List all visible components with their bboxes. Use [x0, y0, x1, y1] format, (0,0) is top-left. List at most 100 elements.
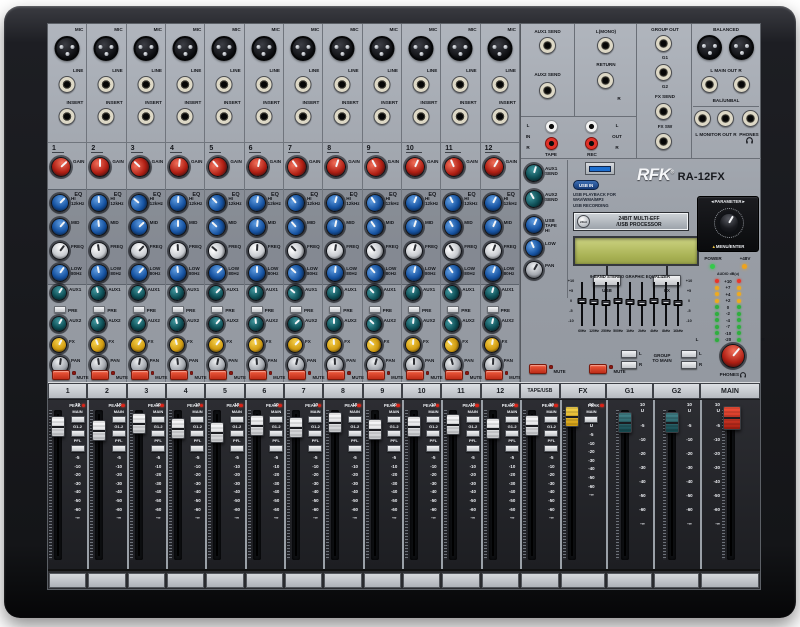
eq-mid-knob[interactable]: [126, 214, 151, 239]
phones-level-knob[interactable]: [716, 339, 750, 373]
pfl-button[interactable]: [544, 445, 558, 452]
channel-fader[interactable]: [289, 417, 303, 438]
fx-send-knob[interactable]: [127, 334, 149, 356]
pre-button[interactable]: [329, 306, 341, 313]
eq-low-knob[interactable]: [362, 260, 387, 285]
channel-fader[interactable]: [171, 418, 185, 439]
channel-fader[interactable]: [486, 418, 500, 439]
channel-fader[interactable]: [132, 413, 146, 434]
aux2-knob[interactable]: [205, 313, 228, 336]
pre-button[interactable]: [369, 306, 381, 313]
pre-button[interactable]: [487, 306, 499, 313]
group-assign-button[interactable]: [308, 430, 322, 437]
aux1-knob[interactable]: [205, 282, 228, 305]
main-assign-button[interactable]: [584, 416, 598, 423]
pfl-button[interactable]: [269, 445, 283, 452]
fx-send-knob[interactable]: [167, 335, 187, 355]
gain-knob[interactable]: [402, 154, 428, 180]
aux2-knob[interactable]: [482, 315, 501, 334]
group-assign-button[interactable]: [112, 430, 126, 437]
fx-send-knob[interactable]: [246, 336, 264, 354]
pre-button[interactable]: [54, 306, 66, 313]
main-assign-button[interactable]: [466, 416, 480, 423]
pfl-button[interactable]: [426, 445, 440, 452]
eq-freq-knob[interactable]: [481, 239, 504, 262]
group-assign-button[interactable]: [71, 430, 85, 437]
channel-fader[interactable]: [446, 414, 460, 435]
geq-slider-cap[interactable]: [578, 298, 587, 304]
mute-button[interactable]: [367, 370, 385, 380]
tape-usb-mute-button[interactable]: [529, 364, 547, 374]
eq-hi-knob[interactable]: [246, 193, 267, 214]
aux2-knob[interactable]: [362, 313, 385, 336]
eq-low-knob[interactable]: [168, 263, 188, 283]
channel-fader[interactable]: [210, 422, 224, 443]
pre-button[interactable]: [447, 306, 459, 313]
main-assign-button[interactable]: [269, 416, 283, 423]
eq-low-knob[interactable]: [47, 260, 72, 285]
group-assign-button[interactable]: [466, 430, 480, 437]
channel-fader[interactable]: [328, 412, 342, 433]
fx-mute-button[interactable]: [589, 364, 607, 374]
pfl-button[interactable]: [505, 445, 519, 452]
mute-button[interactable]: [327, 370, 345, 380]
main-assign-button[interactable]: [348, 416, 362, 423]
channel-fader[interactable]: [51, 416, 65, 437]
fx-send-knob[interactable]: [48, 334, 69, 355]
main-assign-button[interactable]: [71, 416, 85, 423]
eq-freq-knob[interactable]: [205, 238, 230, 263]
gain-knob[interactable]: [246, 155, 270, 179]
eq-hi-knob[interactable]: [126, 190, 151, 215]
eq-freq-knob[interactable]: [169, 242, 188, 261]
aux2-knob[interactable]: [167, 315, 186, 334]
aux2-knob[interactable]: [127, 313, 149, 335]
geq-slider-cap[interactable]: [590, 299, 599, 305]
eq-mid-knob[interactable]: [169, 218, 187, 236]
mute-button[interactable]: [288, 370, 306, 380]
group-assign-button[interactable]: [269, 430, 283, 437]
main-assign-button[interactable]: [190, 416, 204, 423]
eq-mid-knob[interactable]: [47, 214, 72, 239]
main-fader[interactable]: [723, 406, 741, 430]
aux1-knob[interactable]: [362, 282, 385, 305]
channel-fader[interactable]: [407, 416, 421, 437]
pfl-button[interactable]: [387, 445, 401, 452]
eq-hi-knob[interactable]: [169, 194, 188, 213]
main-assign-button[interactable]: [151, 416, 165, 423]
fx-send-knob[interactable]: [405, 337, 422, 354]
gain-knob[interactable]: [204, 153, 232, 181]
pre-button[interactable]: [290, 306, 302, 313]
gain-knob[interactable]: [47, 153, 75, 181]
eq-low-knob[interactable]: [248, 264, 266, 282]
eq-low-knob[interactable]: [441, 260, 466, 285]
aux1-knob[interactable]: [482, 283, 502, 303]
pfl-button[interactable]: [466, 445, 480, 452]
geq-slider-cap[interactable]: [662, 299, 671, 305]
eq-mid-knob[interactable]: [89, 217, 109, 237]
eq-mid-knob[interactable]: [325, 216, 346, 237]
eq-freq-knob[interactable]: [403, 240, 425, 262]
pre-button[interactable]: [93, 306, 105, 313]
aux2-knob[interactable]: [284, 313, 307, 336]
pfl-button[interactable]: [190, 445, 204, 452]
fx-send-knob[interactable]: [362, 334, 385, 357]
pfl-button[interactable]: [230, 445, 244, 452]
eq-freq-knob[interactable]: [47, 238, 72, 263]
aux1-knob[interactable]: [89, 283, 109, 303]
mute-button[interactable]: [406, 370, 424, 380]
mute-button[interactable]: [249, 370, 267, 380]
mute-button[interactable]: [445, 370, 463, 380]
main-assign-button[interactable]: [230, 416, 244, 423]
gain-knob[interactable]: [480, 153, 507, 180]
main-assign-button[interactable]: [387, 416, 401, 423]
pfl-button[interactable]: [112, 445, 126, 452]
eq-hi-knob[interactable]: [441, 191, 465, 215]
eq-low-knob[interactable]: [89, 262, 110, 283]
eq-hi-knob[interactable]: [362, 191, 387, 216]
mute-button[interactable]: [170, 370, 188, 380]
master-low-knob[interactable]: [522, 236, 546, 260]
pre-button[interactable]: [251, 306, 263, 313]
eq-low-knob[interactable]: [481, 262, 504, 285]
channel-fader[interactable]: [250, 415, 264, 436]
group-assign-button[interactable]: [151, 430, 165, 437]
